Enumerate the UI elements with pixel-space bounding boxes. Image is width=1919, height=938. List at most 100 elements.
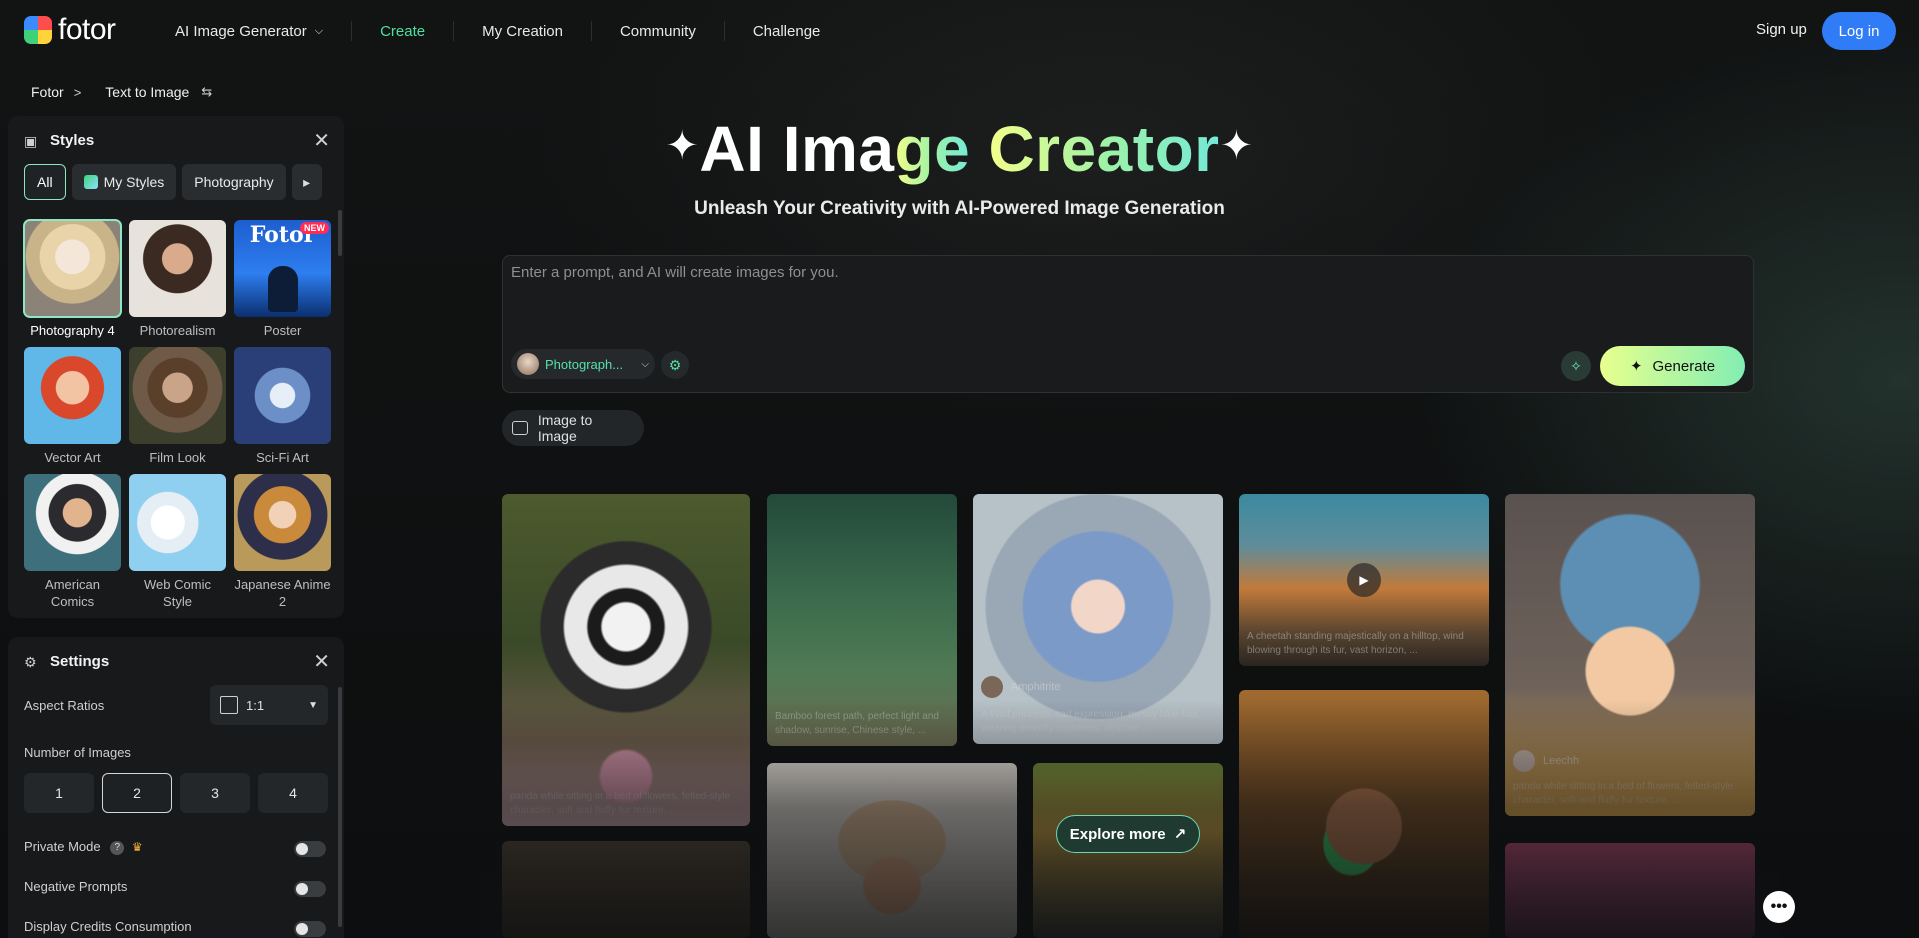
private-mode-row: Private Mode ? ♛ [24, 839, 143, 855]
style-label: Japanese Anime 2 [234, 577, 331, 609]
style-label: Photorealism [139, 323, 216, 338]
aspect-ratios-label: Aspect Ratios [24, 698, 105, 713]
nav-label: Challenge [752, 22, 821, 40]
explore-more-button[interactable]: Explore more ↗ [1056, 815, 1200, 853]
sparkle-icon: ✦ [665, 124, 700, 168]
card-user: Leechh [1513, 750, 1579, 772]
image-to-image-button[interactable]: Image to Image [502, 410, 644, 446]
fotor-logo-mark [24, 16, 52, 44]
settings-title: Settings [50, 653, 110, 670]
num-images-1[interactable]: 1 [24, 773, 94, 813]
page-title: ✦AI Image Creator✦ [0, 112, 1919, 186]
gallery-card-panda[interactable]: panda while sitting in a bed of flowers,… [502, 494, 750, 826]
magic-enhance-icon[interactable]: ✧ [1561, 351, 1591, 381]
nav-my-creation[interactable]: My Creation [454, 21, 592, 41]
image-to-image-label: Image to Image [537, 412, 593, 444]
style-card-film-look[interactable]: Film Look [129, 347, 226, 466]
log-in-button[interactable]: Log in [1822, 12, 1896, 50]
gear-icon: ⚙ [24, 653, 37, 670]
chevron-down-icon: ⌵ [314, 24, 324, 37]
display-credits-label: Display Credits Consumption [24, 919, 192, 934]
avatar [981, 676, 1003, 698]
private-mode-toggle[interactable] [294, 841, 326, 857]
style-label: Film Look [149, 450, 206, 465]
style-thumb [24, 474, 121, 571]
card-caption: panda while sitting in a bed of flowers,… [1513, 781, 1734, 806]
negative-prompts-toggle[interactable] [294, 881, 326, 897]
aspect-ratio-select[interactable]: 1:1 ▼ [210, 685, 328, 725]
gallery-card-pink-sky[interactable] [1505, 843, 1755, 938]
style-card-american-comics[interactable]: American Comics [24, 474, 121, 610]
gallery-card-temple[interactable] [502, 841, 750, 938]
chevron-right-icon: > [73, 84, 82, 100]
image-icon [512, 421, 528, 435]
style-card-poster[interactable]: Fotor NEW Poster [234, 220, 331, 339]
avatar [1513, 750, 1535, 772]
style-card-vector-art[interactable]: Vector Art [24, 347, 121, 466]
gallery-card-bamboo[interactable]: Bamboo forest path, perfect light and sh… [767, 494, 957, 746]
sign-up-link[interactable]: Sign up [1756, 21, 1807, 38]
style-thumb [23, 219, 122, 318]
close-icon[interactable]: ✕ [313, 649, 330, 674]
num-images-4[interactable]: 4 [258, 773, 328, 813]
page-subtitle: Unleash Your Creativity with AI-Powered … [694, 198, 1225, 219]
top-nav: fotor AI Image Generator ⌵ Create My Cre… [0, 0, 1919, 62]
style-thumb [234, 347, 331, 444]
style-card-sci-fi-art[interactable]: Sci-Fi Art [234, 347, 331, 466]
style-card-web-comic-style[interactable]: Web Comic Style [129, 474, 226, 610]
nav-label: AI Image Generator [175, 22, 307, 40]
style-thumb [24, 347, 121, 444]
num-images-2[interactable]: 2 [102, 773, 172, 813]
card-caption: Bamboo forest path, perfect light and sh… [775, 711, 939, 736]
style-grid: Photography 4 Photorealism Fotor NEW Pos… [23, 219, 331, 610]
nav-create[interactable]: Create [352, 21, 455, 41]
swap-icon[interactable]: ⇆ [201, 84, 212, 100]
more-options-icon[interactable]: ••• [1763, 891, 1795, 923]
nav-community[interactable]: Community [592, 21, 725, 41]
magic-wand-icon: ✦ [1629, 358, 1643, 375]
settings-panel: ⚙ Settings ✕ Aspect Ratios 1:1 ▼ Number … [8, 637, 344, 938]
prompt-input[interactable] [511, 264, 1741, 324]
style-card-japanese-anime-2[interactable]: Japanese Anime 2 [234, 474, 331, 610]
num-images-3[interactable]: 3 [180, 773, 250, 813]
style-label: Poster [263, 323, 302, 338]
nav-challenge[interactable]: Challenge [725, 21, 849, 41]
fotor-logo[interactable]: fotor [24, 15, 116, 45]
gallery-card-cowboy-child[interactable] [767, 763, 1017, 938]
gallery-card-girl-headscarf[interactable]: Leechh panda while sitting in a bed of f… [1505, 494, 1755, 816]
settings-gear-icon[interactable]: ⚙ [661, 351, 689, 379]
gallery-card-cyber-girl[interactable] [1239, 690, 1489, 938]
nav-label: Create [380, 22, 426, 40]
style-selector[interactable]: Photograph... ⌵ [511, 349, 655, 379]
chevron-down-icon: ⌵ [641, 358, 649, 370]
style-card-photorealism[interactable]: Photorealism [129, 220, 226, 339]
settings-panel-header: ⚙ Settings [24, 653, 109, 670]
generate-button[interactable]: ✦ Generate [1600, 346, 1745, 386]
help-icon[interactable]: ? [110, 840, 125, 855]
new-badge: NEW [300, 222, 329, 234]
private-mode-label: Private Mode [24, 839, 101, 854]
settings-scrollbar[interactable] [338, 687, 342, 927]
display-credits-toggle[interactable] [294, 921, 326, 937]
breadcrumb-current: Text to Image [105, 84, 190, 100]
style-avatar [517, 353, 539, 375]
card-username: Amphitrite [1011, 681, 1061, 693]
style-thumb [129, 220, 226, 317]
style-thumb [129, 347, 226, 444]
number-of-images-options: 1 2 3 4 [24, 773, 328, 813]
gallery-card-cheetah[interactable]: ▶ A cheetah standing majestically on a h… [1239, 494, 1489, 666]
arrow-up-right-icon: ↗ [1173, 826, 1187, 843]
style-thumb [234, 474, 331, 571]
style-card-photography-4[interactable]: Photography 4 [23, 219, 122, 339]
style-label: Photography 4 [30, 323, 115, 338]
caret-down-icon: ▼ [308, 699, 318, 711]
style-label: Sci-Fi Art [256, 450, 309, 465]
breadcrumb-root[interactable]: Fotor [31, 84, 64, 100]
gallery-card-wolf-princess[interactable]: Amphitrite A Wolf princess, sad expressi… [973, 494, 1223, 744]
nav-ai-image-generator[interactable]: AI Image Generator ⌵ [175, 21, 353, 41]
styles-panel: ▣ Styles ✕ All My Styles Photography ▸ P… [8, 116, 344, 618]
square-ratio-icon [220, 696, 238, 714]
breadcrumb: Fotor > Text to Image ⇆ [31, 84, 212, 100]
play-icon[interactable]: ▶ [1347, 563, 1381, 597]
aspect-ratio-value: 1:1 [246, 697, 265, 713]
